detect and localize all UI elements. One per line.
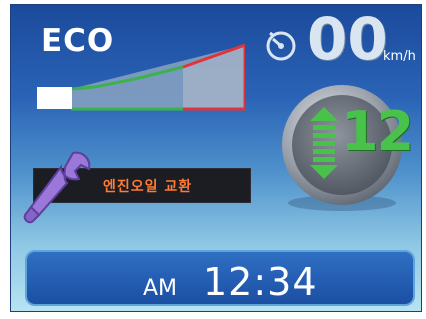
speed-value: 00: [307, 5, 388, 73]
speed-unit: km/h: [383, 49, 416, 64]
clock-ampm: AM: [143, 276, 178, 301]
speedometer-icon: [266, 31, 296, 61]
dashboard-screen: ECO 00 km/h 12 엔진오일 교환 AM 12:34: [10, 4, 422, 312]
eco-gauge: [37, 43, 245, 111]
oil-warning-text: 엔진오일 교환: [103, 179, 193, 195]
wrench-icon: [23, 151, 91, 224]
up-down-arrows-icon: [310, 107, 338, 179]
eco-level-fill: [37, 87, 71, 109]
gear-number: 12: [341, 100, 414, 163]
clock-time: 12:34: [203, 260, 318, 304]
